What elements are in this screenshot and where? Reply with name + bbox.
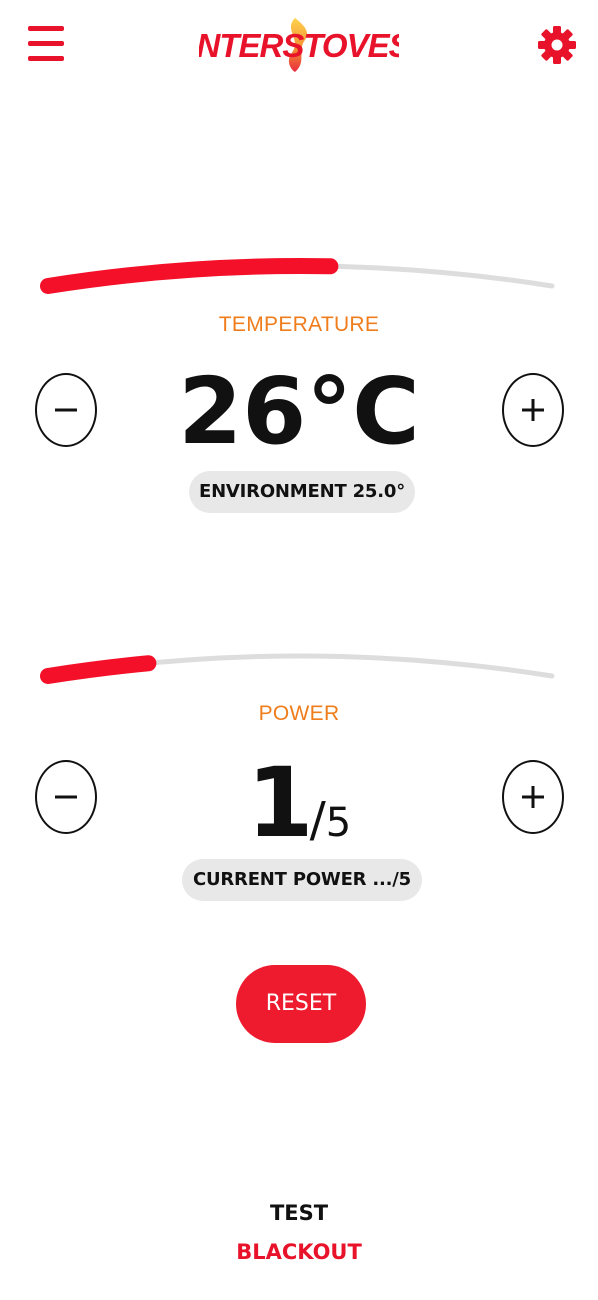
menu-button[interactable] [28,24,66,62]
gear-icon [538,26,576,64]
interstoves-logo: INTERSTOVES [188,14,412,74]
power-gauge[interactable] [0,640,598,700]
hamburger-menu-line [28,56,64,61]
plus-icon [522,399,544,421]
settings-button[interactable] [536,24,578,66]
environment-temperature-badge: ENVIRONMENT 25.0° [189,471,415,513]
current-power-badge: CURRENT POWER .../5 [182,859,422,901]
blackout-link[interactable]: BLACKOUT [0,1240,598,1264]
power-separator: / [309,792,326,848]
power-current-value: 1 [246,747,314,859]
temperature-gauge[interactable] [0,250,598,310]
reset-button[interactable]: RESET [236,965,366,1043]
hamburger-menu-line [28,41,64,46]
hamburger-menu-icon [28,26,64,31]
logo-text: INTERSTOVES [199,27,399,64]
power-label: POWER [258,702,340,725]
test-link[interactable]: TEST [0,1201,598,1225]
temperature-label: TEMPERATURE [218,313,380,336]
power-max-value: 5 [325,800,352,846]
temperature-increase-button[interactable] [502,373,564,447]
plus-icon [522,786,544,808]
power-increase-button[interactable] [502,760,564,834]
